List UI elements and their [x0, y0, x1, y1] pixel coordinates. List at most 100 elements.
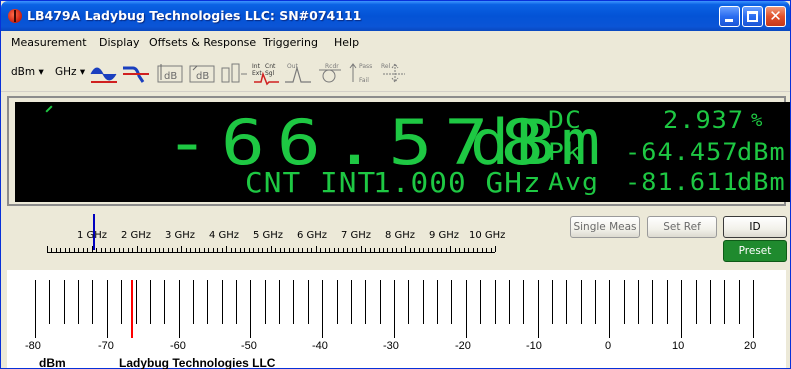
freq-tick — [221, 248, 223, 252]
menu-bar: Measurement Display Offsets & Response T… — [1, 32, 790, 54]
freq-label: 6 GHz — [297, 230, 328, 241]
freq-tick — [369, 248, 371, 252]
bar-tick — [753, 280, 754, 338]
pass-text: Pass — [359, 63, 372, 70]
output-icon[interactable]: Out — [283, 60, 313, 86]
ladybug-logo-icon — [8, 9, 22, 23]
offset-db-icon[interactable]: dB — [155, 60, 185, 86]
freq-tick — [400, 248, 402, 252]
menu-display[interactable]: Display — [99, 36, 140, 49]
set-ref-button[interactable]: Set Ref — [647, 216, 717, 238]
menu-offsets-response[interactable]: Offsets & Response — [149, 36, 256, 49]
freq-label: 5 GHz — [253, 230, 284, 241]
freq-label: 1 GHz — [77, 230, 108, 241]
freq-tick — [481, 248, 483, 252]
display-indicator-icon — [45, 105, 53, 113]
freq-tick — [172, 248, 174, 252]
pass-fail-icon[interactable]: Pass Fail — [347, 60, 377, 86]
close-button[interactable]: ✕ — [765, 6, 786, 27]
frequency-readout: 1.000 GHz — [373, 166, 542, 199]
bar-tick — [695, 280, 697, 324]
chevron-down-icon: ▾ — [79, 66, 86, 78]
menu-help[interactable]: Help — [334, 36, 359, 49]
maximize-button[interactable] — [742, 6, 763, 27]
peak-label: Pk — [548, 138, 582, 166]
freq-unit-dropdown[interactable]: GHz ▾ — [55, 66, 85, 78]
maximize-icon — [747, 11, 758, 22]
dc-label: DC — [548, 106, 582, 134]
title-bar[interactable]: LB479A Ladybug Technologies LLC: SN#0741… — [1, 1, 790, 31]
freq-tick — [55, 248, 57, 252]
id-button[interactable]: ID — [723, 216, 787, 238]
bar-tick — [178, 280, 180, 338]
bar-tick — [307, 280, 309, 324]
bar-tick — [623, 280, 625, 324]
menu-measurement[interactable]: Measurement — [11, 36, 87, 49]
freq-tick — [253, 248, 255, 252]
freq-label: 7 GHz — [341, 230, 372, 241]
bar-tick — [149, 280, 151, 324]
freq-tick — [185, 248, 187, 252]
freq-tick — [356, 248, 358, 252]
freq-tick — [82, 248, 84, 252]
freq-tick — [123, 248, 125, 252]
freq-tick — [163, 248, 165, 252]
bar-tick — [709, 280, 711, 324]
bar-tick — [638, 280, 640, 324]
bar-tick — [537, 280, 539, 338]
freq-tick — [374, 248, 376, 252]
filter-response-icon[interactable] — [121, 60, 151, 86]
freq-label: 2 GHz — [121, 230, 152, 241]
bar-tick — [566, 280, 568, 324]
bar-tick — [609, 280, 611, 338]
freq-tick — [244, 248, 246, 252]
menu-triggering[interactable]: Triggering — [263, 36, 318, 49]
offset-db-2-icon[interactable]: dB — [187, 60, 217, 86]
freq-tick — [159, 248, 160, 252]
freq-tick — [414, 248, 416, 252]
freq-tick — [275, 248, 277, 252]
minimize-button[interactable] — [719, 6, 740, 27]
single-meas-button[interactable]: Single Meas — [570, 216, 640, 238]
freq-tick — [387, 248, 389, 252]
freq-dropdown-value: GHz — [55, 66, 77, 78]
bar-graph: -80 -70 -60 -50 -40 -30 -20 -10 0 10 20 … — [7, 264, 786, 369]
freq-tick — [324, 248, 326, 252]
trigger-int-ext-icon[interactable]: Int Ext Cnt Sgl — [251, 60, 281, 86]
freq-tick — [450, 246, 452, 252]
freq-tick — [109, 248, 111, 252]
minimize-icon — [725, 19, 733, 22]
unit-dropdown[interactable]: dBm ▾ — [11, 66, 44, 78]
chevron-down-icon: ▾ — [38, 66, 44, 78]
freq-tick — [127, 248, 129, 252]
trigger-sgl-text: Sgl — [265, 70, 275, 77]
freq-tick — [73, 248, 75, 252]
trigger-int-text: Int — [252, 63, 261, 70]
sine-wave-icon[interactable] — [89, 60, 119, 86]
bar-tick — [78, 280, 80, 324]
frequency-scale[interactable]: 1 GHz 2 GHz 3 GHz 4 GHz 5 GHz 6 GHz 7 GH… — [7, 208, 787, 262]
freq-tick — [100, 248, 102, 252]
freq-tick — [409, 248, 411, 252]
avg-unit: dBm — [737, 168, 786, 196]
freq-tick — [150, 248, 152, 252]
freq-tick — [91, 246, 93, 252]
preset-button[interactable]: Preset — [723, 240, 787, 262]
reset-icon[interactable]: Rcdr — [315, 60, 345, 86]
freq-tick — [96, 248, 98, 252]
toolbar: dBm ▾ GHz ▾ dB dB Int Ext Cnt Sgl Out Rcdr … — [1, 54, 790, 92]
freq-tick — [60, 248, 62, 252]
reset-text: Rcdr — [325, 63, 339, 70]
freq-tick — [226, 246, 228, 252]
freq-tick — [266, 248, 268, 252]
freq-tick — [490, 248, 492, 252]
freq-tick — [51, 248, 53, 252]
freq-tick — [176, 248, 178, 252]
bar-tick — [293, 280, 295, 324]
freq-tick — [279, 248, 281, 252]
freq-tick — [459, 248, 461, 252]
relative-icon[interactable]: Rel — [379, 60, 409, 86]
bar-label: -10 — [526, 340, 542, 352]
freq-tick — [454, 248, 456, 252]
averaging-icon[interactable] — [219, 60, 249, 86]
